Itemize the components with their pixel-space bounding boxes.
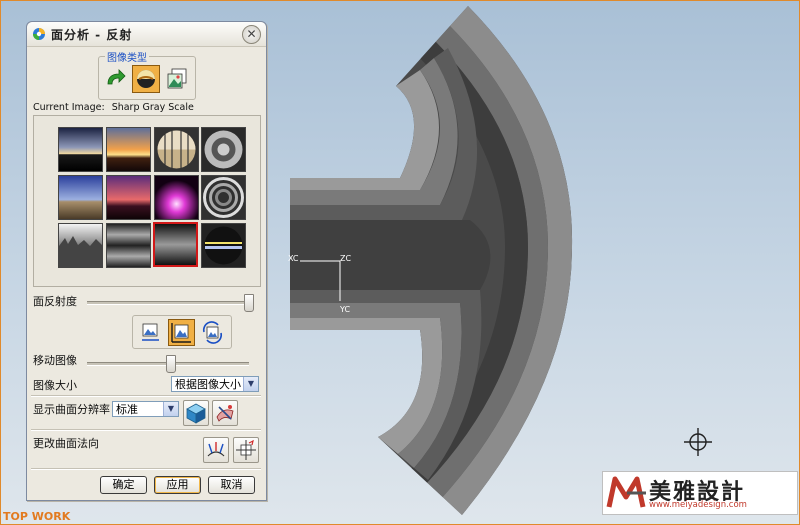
rotate-image-icon [202,321,223,344]
image-type-label: 图像类型 [105,49,149,64]
move-image-label: 移动图像 [33,354,77,367]
image-type-group: 图像类型 [98,49,196,100]
image-mode-move-button[interactable] [168,319,195,346]
reflectivity-label: 面反射度 [33,295,77,308]
image-mode-fixed-button[interactable] [137,319,164,346]
resolution-value: 标准 [116,403,138,416]
dialog-title: 面分析 - 反射 [51,28,133,42]
divider [31,395,261,397]
blue-sky-plain-image [59,176,102,219]
thumb-checker-sphere[interactable] [201,127,246,172]
change-normal-label: 更改曲面法向 [33,437,99,450]
corner-tag: TOP WORK [3,510,71,523]
dark-sphere-bands-image [202,224,245,267]
red-sky-image [107,176,150,219]
move-image-slider-thumb[interactable] [166,355,176,373]
apply-button[interactable]: 应用 [154,476,201,494]
reflectivity-slider-thumb[interactable] [244,294,254,312]
surface-tools-icon [216,405,234,422]
face-analysis-dialog: 面分析 - 反射 ✕ 图像类型 Current Image: Sharp Gra… [26,21,267,501]
thumb-gray-gradient-selected[interactable] [153,222,198,267]
specify-normal-button[interactable] [233,437,259,463]
resolution-select[interactable]: 标准 ▼ [112,401,179,417]
sunset-horizon-image [59,128,102,171]
thumb-dark-sphere-bands[interactable] [201,223,246,268]
thumb-magenta-sphere[interactable] [154,175,199,220]
close-button[interactable]: ✕ [242,25,261,44]
current-image-value: Sharp Gray Scale [111,102,194,113]
current-image-label: Current Image: [33,102,105,113]
gray-gradient-image [155,224,196,265]
image-mode-rotate-button[interactable] [199,319,226,346]
brand-mark-icon [606,476,646,508]
app-logo-icon [33,28,45,40]
checker-sphere-image [202,128,245,171]
specify-normal-icon [236,439,256,460]
thumb-red-sky[interactable] [106,175,151,220]
shaded-cube-icon [186,403,206,424]
environment-sphere-icon [137,70,155,88]
brand-url: www.meiyadesign.com [649,500,747,510]
striped-sphere-image [155,128,198,171]
chevron-down-icon: ▼ [243,377,258,391]
surface-settings-button[interactable] [212,400,238,426]
thumb-blue-sky-plain[interactable] [58,175,103,220]
thumb-ring-sphere[interactable] [201,175,246,220]
image-type-undo-button[interactable] [101,65,129,93]
ring-sphere-image [202,176,245,219]
axis-x-label: XC [288,254,299,263]
image-thumbnail-grid [33,115,261,287]
chevron-down-icon: ▼ [163,402,178,416]
image-size-value: 根据图像大小 [175,378,241,391]
ok-button[interactable]: 确定 [100,476,147,494]
thumb-striped-sphere[interactable] [154,127,199,172]
image-size-select[interactable]: 根据图像大小 ▼ [171,376,259,392]
resolution-label: 显示曲面分辨率 [33,403,110,416]
image-size-label: 图像大小 [33,379,77,392]
image-type-custom-button[interactable] [163,65,191,93]
cancel-button[interactable]: 取消 [208,476,255,494]
axis-z-label: ZC [340,254,352,263]
reverse-normal-icon [207,442,225,457]
orange-sunset-image [107,128,150,171]
reflectivity-slider-track[interactable] [87,301,249,305]
thumb-horizontal-bands[interactable] [106,223,151,268]
move-image-icon [171,323,191,343]
horizontal-bands-image [107,224,150,267]
magenta-sphere-image [155,176,198,219]
thumb-orange-sunset[interactable] [106,127,151,172]
image-type-scene-button[interactable] [132,65,160,93]
green-arrow-icon [107,69,126,85]
dialog-titlebar[interactable]: 面分析 - 反射 ✕ [27,22,266,47]
image-mode-group [132,315,232,349]
reverse-normal-button[interactable] [203,437,229,463]
divider [31,468,261,470]
watermark-logo: 美雅設計 www.meiyadesign.com [602,471,798,515]
custom-image-icon [167,68,187,89]
thumb-sunset-horizon[interactable] [58,127,103,172]
current-image-row: Current Image: Sharp Gray Scale [33,102,194,113]
thumb-grass-field[interactable] [58,223,103,268]
picture-frame-icon [142,323,159,341]
grass-field-image [59,224,102,267]
crosshair-cursor-icon [684,428,712,456]
divider [31,429,261,431]
axis-y-label: YC [340,305,351,314]
update-display-button[interactable] [183,400,209,426]
